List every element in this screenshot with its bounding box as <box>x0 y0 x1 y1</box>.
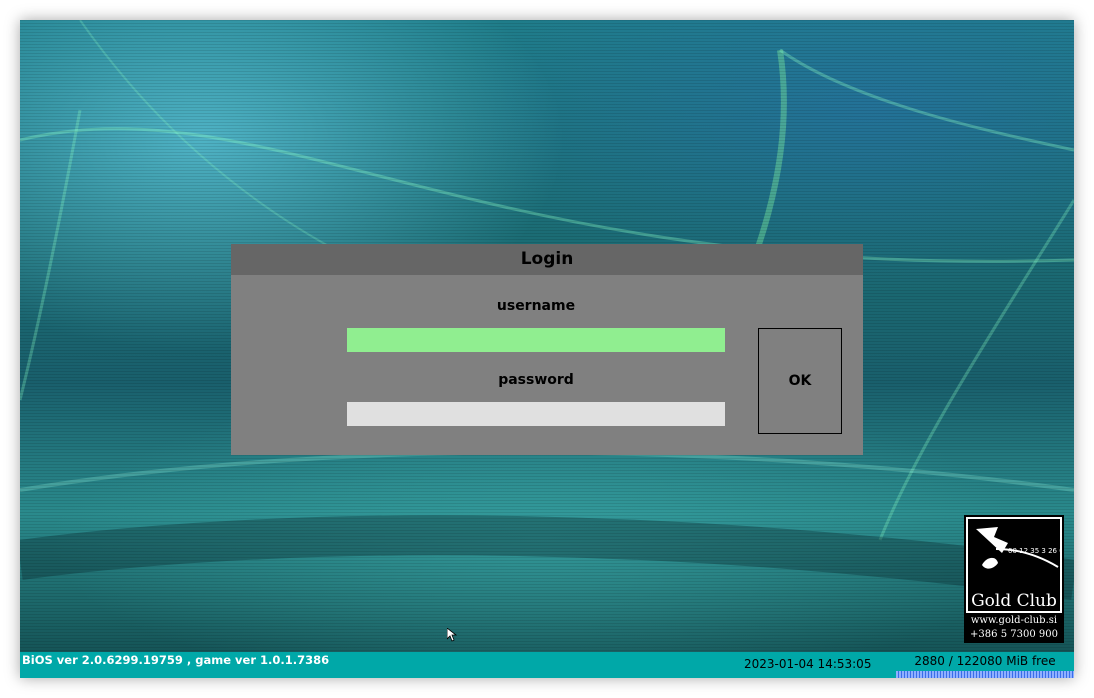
username-input[interactable] <box>347 328 725 352</box>
logo-name: Gold Club <box>971 591 1057 611</box>
password-input[interactable] <box>347 402 725 426</box>
logo-website: www.gold-club.si <box>970 615 1058 626</box>
svg-text:00 12 35 3 26 0: 00 12 35 3 26 0 <box>1008 547 1060 555</box>
logo-phone: +386 5 7300 900 <box>970 629 1058 640</box>
logo-frame: 00 12 35 3 26 0 Gold Club <box>966 517 1064 613</box>
login-dialog-title: Login <box>231 244 863 275</box>
ok-button[interactable]: OK <box>758 328 842 434</box>
disk-space-text: 2880 / 122080 MiB free <box>914 654 1056 668</box>
game-screen: Login username password OK 00 12 35 3 26… <box>20 20 1074 678</box>
version-text: BiOS ver 2.0.6299.19759 , game ver 1.0.1… <box>22 653 330 667</box>
status-bar: BiOS ver 2.0.6299.19759 , game ver 1.0.1… <box>20 652 1074 678</box>
login-dialog: Login username password OK <box>231 244 863 455</box>
gold-club-logo: 00 12 35 3 26 0 Gold Club www.gold-club.… <box>964 515 1064 643</box>
disk-usage-bar <box>896 671 1074 678</box>
password-label: password <box>498 372 574 388</box>
disk-space-indicator: 2880 / 122080 MiB free <box>896 652 1074 678</box>
datetime-text: 2023-01-04 14:53:05 <box>744 657 872 671</box>
username-label: username <box>496 298 576 314</box>
mouse-pointer-icon <box>447 628 457 642</box>
